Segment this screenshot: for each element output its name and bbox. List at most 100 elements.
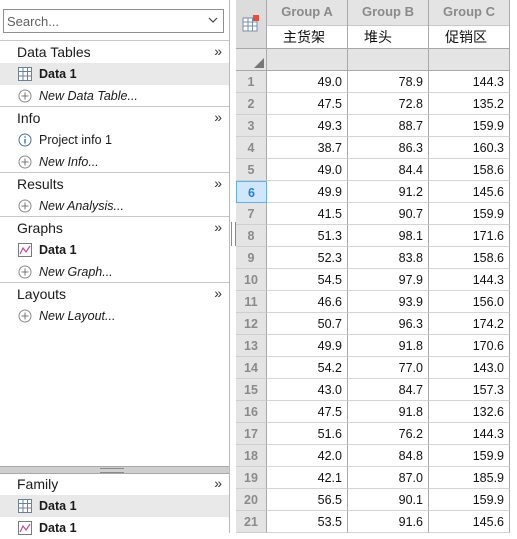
table-cell[interactable]: 158.6 xyxy=(429,247,510,269)
row-number[interactable]: 6 xyxy=(236,181,267,203)
navigator-item[interactable]: New Layout... xyxy=(0,305,229,327)
row-number[interactable]: 17 xyxy=(236,423,267,445)
search-dropdown[interactable]: Search... xyxy=(3,9,224,33)
table-cell[interactable]: 132.6 xyxy=(429,401,510,423)
table-cell[interactable]: 49.9 xyxy=(267,181,348,203)
expand-section-icon[interactable]: » xyxy=(214,219,222,235)
table-cell[interactable]: 96.3 xyxy=(348,313,429,335)
table-cell[interactable]: 56.5 xyxy=(267,489,348,511)
table-cell[interactable]: 87.0 xyxy=(348,467,429,489)
row-number[interactable]: 10 xyxy=(236,269,267,291)
table-cell[interactable]: 158.6 xyxy=(429,159,510,181)
table-cell[interactable]: 159.9 xyxy=(429,203,510,225)
column-subheader[interactable] xyxy=(348,49,429,71)
row-number[interactable]: 11 xyxy=(236,291,267,313)
navigator-item[interactable]: Data 1 xyxy=(0,239,229,261)
navigator-item[interactable]: New Graph... xyxy=(0,261,229,283)
table-cell[interactable]: 78.9 xyxy=(348,71,429,93)
column-subheader[interactable] xyxy=(267,49,348,71)
section-header[interactable]: Info » xyxy=(0,106,229,129)
expand-section-icon[interactable]: » xyxy=(214,109,222,125)
table-cell[interactable]: 72.8 xyxy=(348,93,429,115)
section-header[interactable]: Graphs » xyxy=(0,216,229,239)
navigator-item[interactable]: New Data Table... xyxy=(0,85,229,107)
table-cell[interactable]: 170.6 xyxy=(429,335,510,357)
row-number[interactable]: 15 xyxy=(236,379,267,401)
table-cell[interactable]: 144.3 xyxy=(429,71,510,93)
row-number[interactable]: 9 xyxy=(236,247,267,269)
section-header[interactable]: Results » xyxy=(0,172,229,195)
column-subheader[interactable] xyxy=(429,49,510,71)
expand-section-icon[interactable]: » xyxy=(214,285,222,301)
table-cell[interactable]: 49.3 xyxy=(267,115,348,137)
table-cell[interactable]: 54.5 xyxy=(267,269,348,291)
table-cell[interactable]: 84.7 xyxy=(348,379,429,401)
row-number[interactable]: 1 xyxy=(236,71,267,93)
table-icon[interactable] xyxy=(242,15,260,33)
table-cell[interactable]: 157.3 xyxy=(429,379,510,401)
row-number[interactable]: 5 xyxy=(236,159,267,181)
column-header[interactable]: Group A 主货架 xyxy=(267,0,348,49)
row-number[interactable]: 3 xyxy=(236,115,267,137)
table-cell[interactable]: 174.2 xyxy=(429,313,510,335)
table-cell[interactable]: 159.9 xyxy=(429,489,510,511)
table-cell[interactable]: 98.1 xyxy=(348,225,429,247)
table-cell[interactable]: 51.6 xyxy=(267,423,348,445)
table-cell[interactable]: 93.9 xyxy=(348,291,429,313)
table-cell[interactable]: 49.0 xyxy=(267,159,348,181)
navigator-item[interactable]: New Info... xyxy=(0,151,229,173)
table-cell[interactable]: 185.9 xyxy=(429,467,510,489)
table-cell[interactable]: 42.0 xyxy=(267,445,348,467)
row-title-corner[interactable] xyxy=(236,49,267,71)
table-cell[interactable]: 42.1 xyxy=(267,467,348,489)
table-cell[interactable]: 145.6 xyxy=(429,181,510,203)
table-cell[interactable]: 53.5 xyxy=(267,511,348,533)
table-cell[interactable]: 88.7 xyxy=(348,115,429,137)
table-cell[interactable]: 171.6 xyxy=(429,225,510,247)
column-title[interactable]: 主货架 xyxy=(267,26,347,48)
table-cell[interactable]: 84.8 xyxy=(348,445,429,467)
table-corner[interactable] xyxy=(236,0,267,49)
column-header[interactable]: Group C 促销区 xyxy=(429,0,510,49)
table-cell[interactable]: 156.0 xyxy=(429,291,510,313)
table-cell[interactable]: 54.2 xyxy=(267,357,348,379)
expand-section-icon[interactable]: » xyxy=(214,43,222,59)
row-number[interactable]: 13 xyxy=(236,335,267,357)
table-cell[interactable]: 41.5 xyxy=(267,203,348,225)
expand-section-icon[interactable]: » xyxy=(214,175,222,191)
table-cell[interactable]: 46.6 xyxy=(267,291,348,313)
navigator-item[interactable]: Data 1 xyxy=(0,63,229,85)
table-cell[interactable]: 91.6 xyxy=(348,511,429,533)
table-cell[interactable]: 49.0 xyxy=(267,71,348,93)
expand-family-icon[interactable]: » xyxy=(214,475,222,491)
table-cell[interactable]: 52.3 xyxy=(267,247,348,269)
table-cell[interactable]: 91.8 xyxy=(348,335,429,357)
table-cell[interactable]: 49.9 xyxy=(267,335,348,357)
section-header[interactable]: Layouts » xyxy=(0,282,229,305)
table-cell[interactable]: 91.2 xyxy=(348,181,429,203)
column-title[interactable]: 堆头 xyxy=(348,26,428,48)
section-header[interactable]: Data Tables » xyxy=(0,40,229,63)
row-number[interactable]: 2 xyxy=(236,93,267,115)
table-cell[interactable]: 47.5 xyxy=(267,401,348,423)
table-cell[interactable]: 86.3 xyxy=(348,137,429,159)
table-cell[interactable]: 84.4 xyxy=(348,159,429,181)
navigator-item[interactable]: New Analysis... xyxy=(0,195,229,217)
family-item[interactable]: Data 1 xyxy=(0,495,229,517)
row-number[interactable]: 8 xyxy=(236,225,267,247)
table-cell[interactable]: 91.8 xyxy=(348,401,429,423)
table-cell[interactable]: 83.8 xyxy=(348,247,429,269)
table-cell[interactable]: 38.7 xyxy=(267,137,348,159)
table-cell[interactable]: 77.0 xyxy=(348,357,429,379)
row-number[interactable]: 7 xyxy=(236,203,267,225)
chevron-down-icon[interactable] xyxy=(208,15,218,25)
table-cell[interactable]: 135.2 xyxy=(429,93,510,115)
row-number[interactable]: 12 xyxy=(236,313,267,335)
family-item[interactable]: Data 1 xyxy=(0,517,229,539)
row-number[interactable]: 20 xyxy=(236,489,267,511)
table-cell[interactable]: 90.7 xyxy=(348,203,429,225)
table-cell[interactable]: 97.9 xyxy=(348,269,429,291)
table-cell[interactable]: 160.3 xyxy=(429,137,510,159)
column-title[interactable]: 促销区 xyxy=(429,26,509,48)
row-number[interactable]: 16 xyxy=(236,401,267,423)
